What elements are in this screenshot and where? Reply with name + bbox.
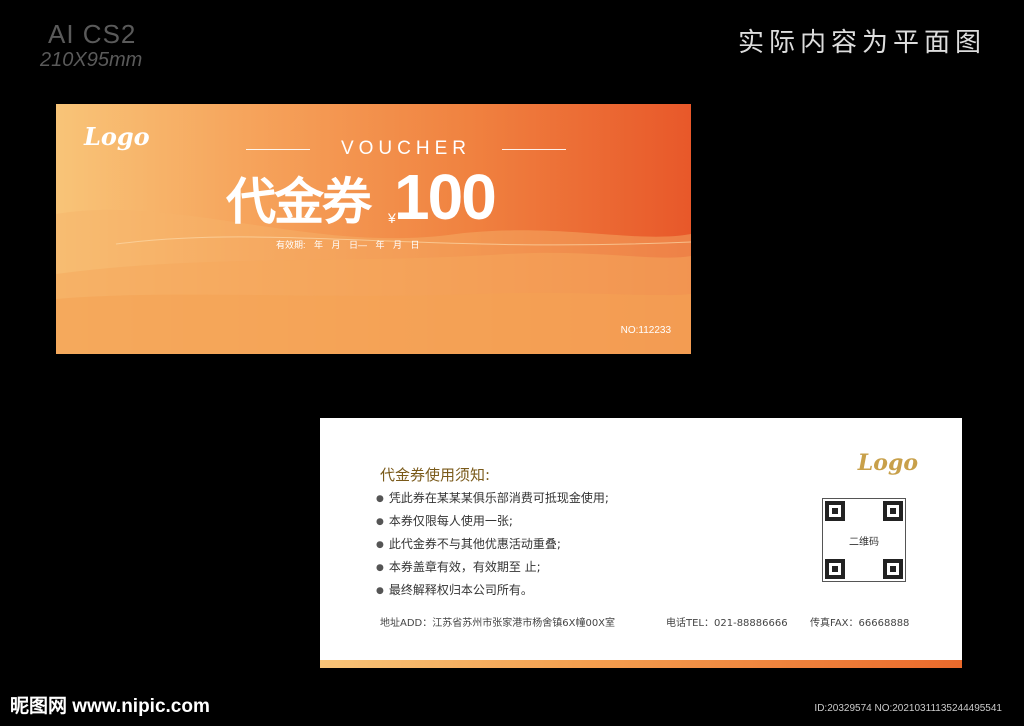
phone: 电话TEL：021-88886666 <box>666 618 788 629</box>
qr-code-placeholder: 二维码 <box>822 498 906 582</box>
qr-finder-icon <box>825 501 845 521</box>
rule-item: 本券盖章有效，有效期至 止; <box>376 557 609 580</box>
voucher-title: 代金券 <box>226 173 372 231</box>
divider <box>502 149 566 150</box>
rule-item: 本券仅限每人使用一张; <box>376 511 609 534</box>
validity-period: 有效期: 年 月 日— 年 月 日 <box>276 240 420 250</box>
qr-label: 二维码 <box>849 537 879 548</box>
qr-finder-icon <box>883 559 903 579</box>
voucher-front: Logo VOUCHER 代金券 ¥ 100 有效期: 年 月 日— 年 月 日… <box>56 104 691 354</box>
rules-list: 凭此券在某某某俱乐部消费可抵现金使用; 本券仅限每人使用一张; 此代金券不与其他… <box>376 488 609 603</box>
rule-item: 凭此券在某某某俱乐部消费可抵现金使用; <box>376 488 609 511</box>
qr-finder-icon <box>883 501 903 521</box>
logo: Logo <box>84 122 150 151</box>
caption: 实际内容为平面图 <box>737 28 986 58</box>
logo: Logo <box>857 450 918 476</box>
watermark-site: 昵图网 www.nipic.com <box>10 696 210 717</box>
voucher-back: Logo 代金券使用须知: 凭此券在某某某俱乐部消费可抵现金使用; 本券仅限每人… <box>320 418 962 668</box>
fax: 传真FAX：66668888 <box>810 618 910 629</box>
voucher-amount: 100 <box>394 161 497 233</box>
file-format-info: AI CS2 210X95mm <box>40 20 142 72</box>
qr-finder-icon <box>825 559 845 579</box>
accent-bar <box>320 660 962 668</box>
rule-item: 最终解释权归本公司所有。 <box>376 580 609 603</box>
rules-title: 代金券使用须知: <box>380 466 491 484</box>
serial-number: NO:112233 <box>620 325 671 336</box>
size-label: 210X95mm <box>40 49 143 71</box>
watermark-id: ID:20329574 NO:20210311135244495541 <box>814 703 1002 714</box>
format-label: AI CS2 <box>48 19 137 49</box>
address: 地址ADD：江苏省苏州市张家港市杨舍镇6X幢00X室 <box>380 618 616 629</box>
rule-item: 此代金券不与其他优惠活动重叠; <box>376 534 609 557</box>
